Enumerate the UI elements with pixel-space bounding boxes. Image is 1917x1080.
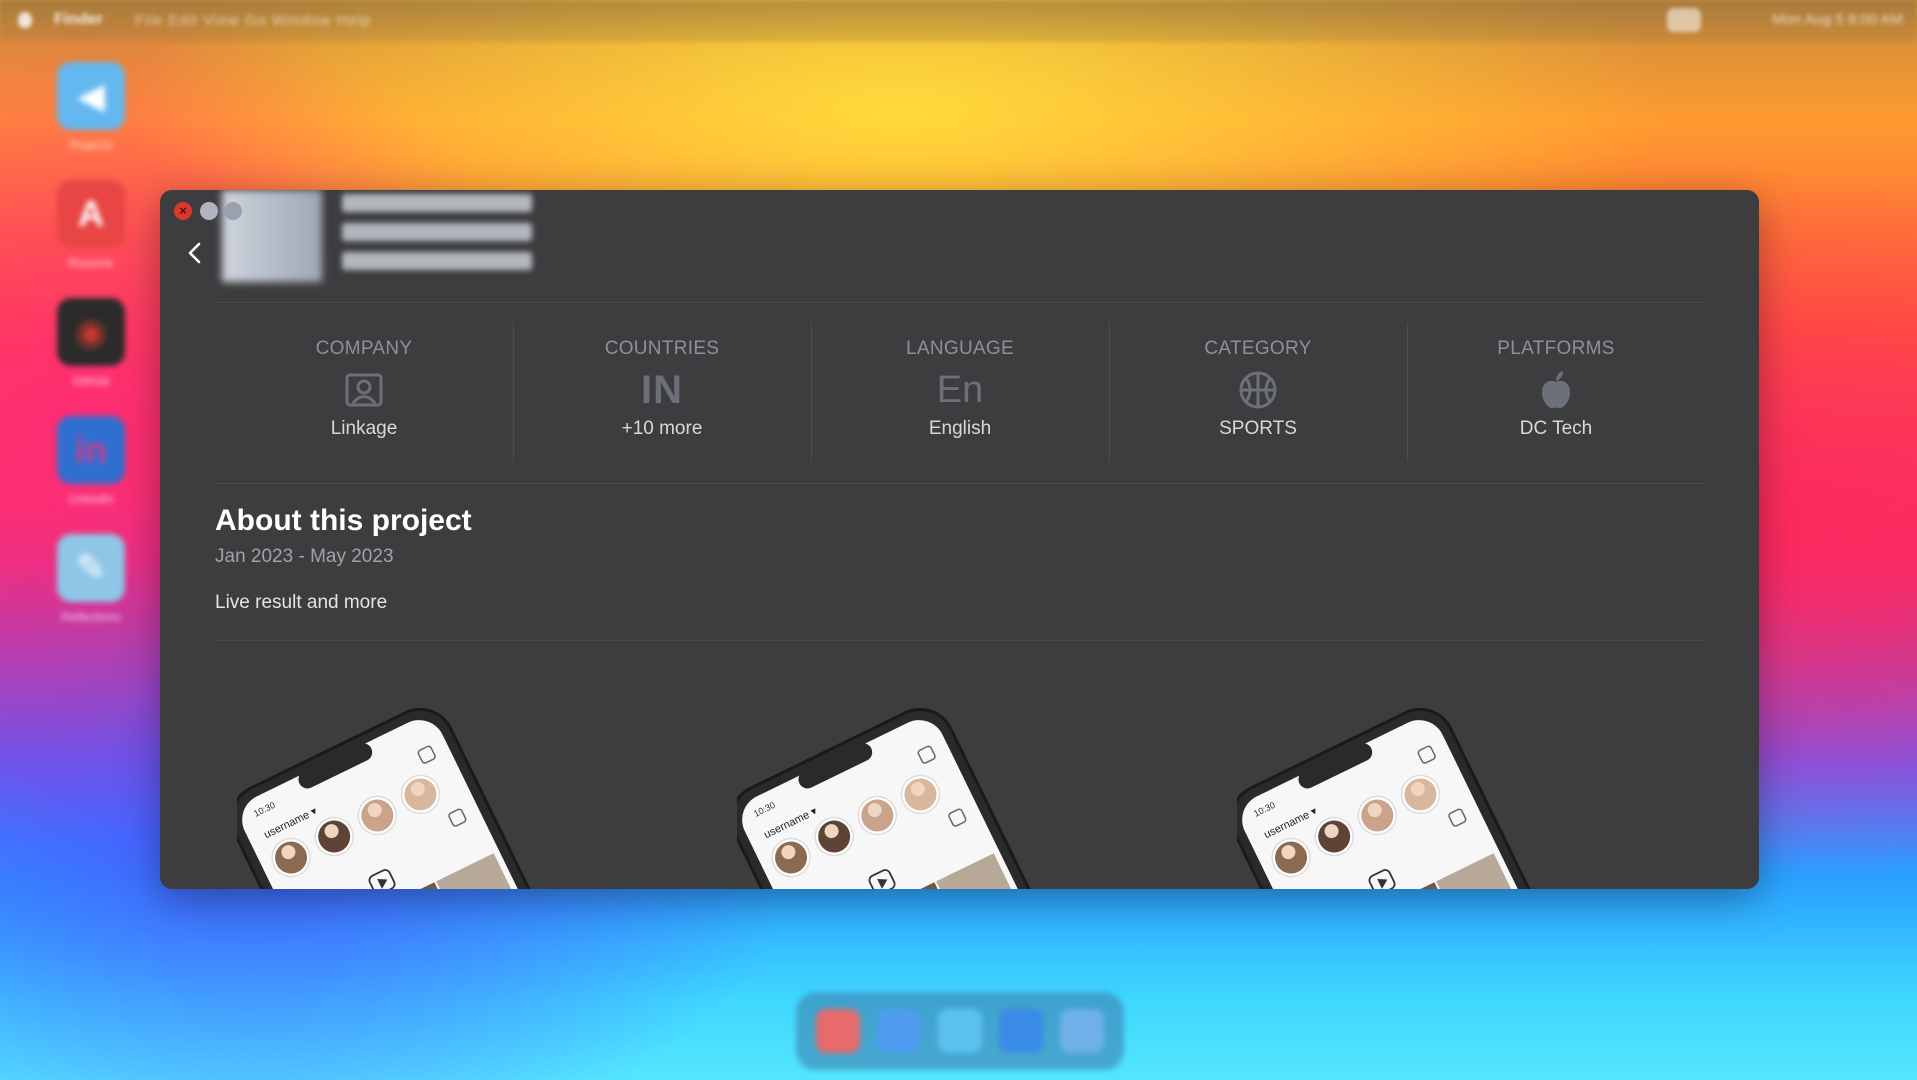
github-icon: ◉ [57, 298, 125, 366]
stat-header: PLATFORMS [1497, 338, 1615, 359]
dock-item-safari[interactable] [816, 1009, 861, 1053]
phone-screenshot[interactable]: 10:30 username ▾ [1237, 690, 1577, 889]
divider [215, 302, 1705, 303]
stat-category: CATEGORY SPORTS [1109, 322, 1407, 462]
dock-item-photos[interactable] [998, 1009, 1043, 1053]
close-window-button[interactable]: × [174, 202, 192, 220]
notes-icon: ✎ [57, 534, 125, 602]
basketball-icon [1109, 366, 1407, 414]
project-stats: COMPANY Linkage COUNTRIES IN +10 more LA… [215, 322, 1705, 462]
desktop-icon-label: GitHub [72, 374, 110, 388]
menu-clock: Mon Aug 5 8:00 AM [1772, 11, 1903, 28]
phone-mockup-icon: 10:30username ▾ [237, 707, 567, 889]
contact-card-icon [215, 366, 513, 414]
about-description: Live result and more [215, 592, 388, 613]
menu-bar: Finder File Edit View Go Window Help Mon… [0, 0, 1917, 42]
stat-value: DC Tech [1519, 418, 1593, 439]
minimize-window-button[interactable] [200, 202, 218, 220]
control-center-icon[interactable] [1667, 8, 1701, 32]
desktop-icons: ◀ Projects A Resume ◉ GitHub in LinkedIn… [55, 62, 127, 652]
dock [796, 992, 1124, 1070]
apple-menu-icon[interactable] [18, 12, 32, 28]
desktop-icon-label: Projects [69, 138, 113, 152]
stat-header: CATEGORY [1204, 338, 1312, 359]
dock-item-reflections[interactable] [1059, 1009, 1104, 1053]
stat-language: LANGUAGE En English [811, 322, 1109, 462]
desktop-icon-resume[interactable]: A Resume [55, 180, 127, 298]
stat-value: SPORTS [1219, 418, 1297, 439]
menu-app-name[interactable]: Finder [54, 11, 103, 29]
stat-value: Linkage [330, 418, 398, 439]
screenshot-gallery: 10:30 username ▾ 10:30 username ▾ 10:30 use… [215, 690, 1705, 889]
about-section: About this project Jan 2023 - May 2023 L… [215, 504, 472, 614]
dock-item-mail[interactable] [877, 1009, 922, 1053]
phone-mockup-icon: 10:30username ▾ [1237, 707, 1567, 889]
desktop-icon-reflections[interactable]: ✎ Reflections [55, 534, 127, 652]
language-code: En [936, 368, 984, 411]
desktop-icon-label: Reflections [61, 610, 121, 624]
apple-icon [1407, 366, 1705, 414]
stat-header: LANGUAGE [906, 338, 1014, 359]
about-dates: Jan 2023 - May 2023 [215, 546, 394, 567]
project-title-block [342, 194, 532, 281]
linkedin-icon: in [57, 416, 125, 484]
dock-item-projects[interactable] [937, 1009, 982, 1053]
phone-screenshot[interactable]: 10:30 username ▾ [737, 690, 1077, 889]
stat-header: COMPANY [315, 338, 413, 359]
stat-value: English [928, 418, 992, 439]
stat-company: COMPANY Linkage [215, 322, 513, 462]
chevron-left-icon [188, 242, 201, 264]
desktop-icon-github[interactable]: ◉ GitHub [55, 298, 127, 416]
about-title: About this project [215, 504, 472, 537]
menu-items[interactable]: File Edit View Go Window Help [135, 12, 371, 29]
phone-screenshot[interactable]: 10:30 username ▾ [237, 690, 577, 889]
projects-icon: ◀ [57, 62, 125, 130]
divider [215, 483, 1705, 484]
stat-countries: COUNTRIES IN +10 more [513, 322, 811, 462]
pdf-icon: A [57, 180, 125, 248]
desktop-icon-label: Resume [68, 256, 114, 270]
stat-value[interactable]: +10 more [513, 418, 811, 440]
phone-mockup-icon: 10:30username ▾ [737, 707, 1067, 889]
back-button[interactable] [182, 240, 208, 266]
stat-header: COUNTRIES [604, 338, 720, 359]
country-code: IN [641, 367, 683, 412]
desktop-icon-linkedin[interactable]: in LinkedIn [55, 416, 127, 534]
desktop-icon-label: LinkedIn [68, 492, 114, 506]
project-window: × COMPANY Linkage COUNTRIES IN +10 more [160, 190, 1759, 889]
divider [215, 640, 1705, 641]
stat-platforms: PLATFORMS DC Tech [1407, 322, 1705, 462]
maximize-window-button[interactable] [224, 202, 242, 220]
desktop-icon-projects[interactable]: ◀ Projects [55, 62, 127, 180]
